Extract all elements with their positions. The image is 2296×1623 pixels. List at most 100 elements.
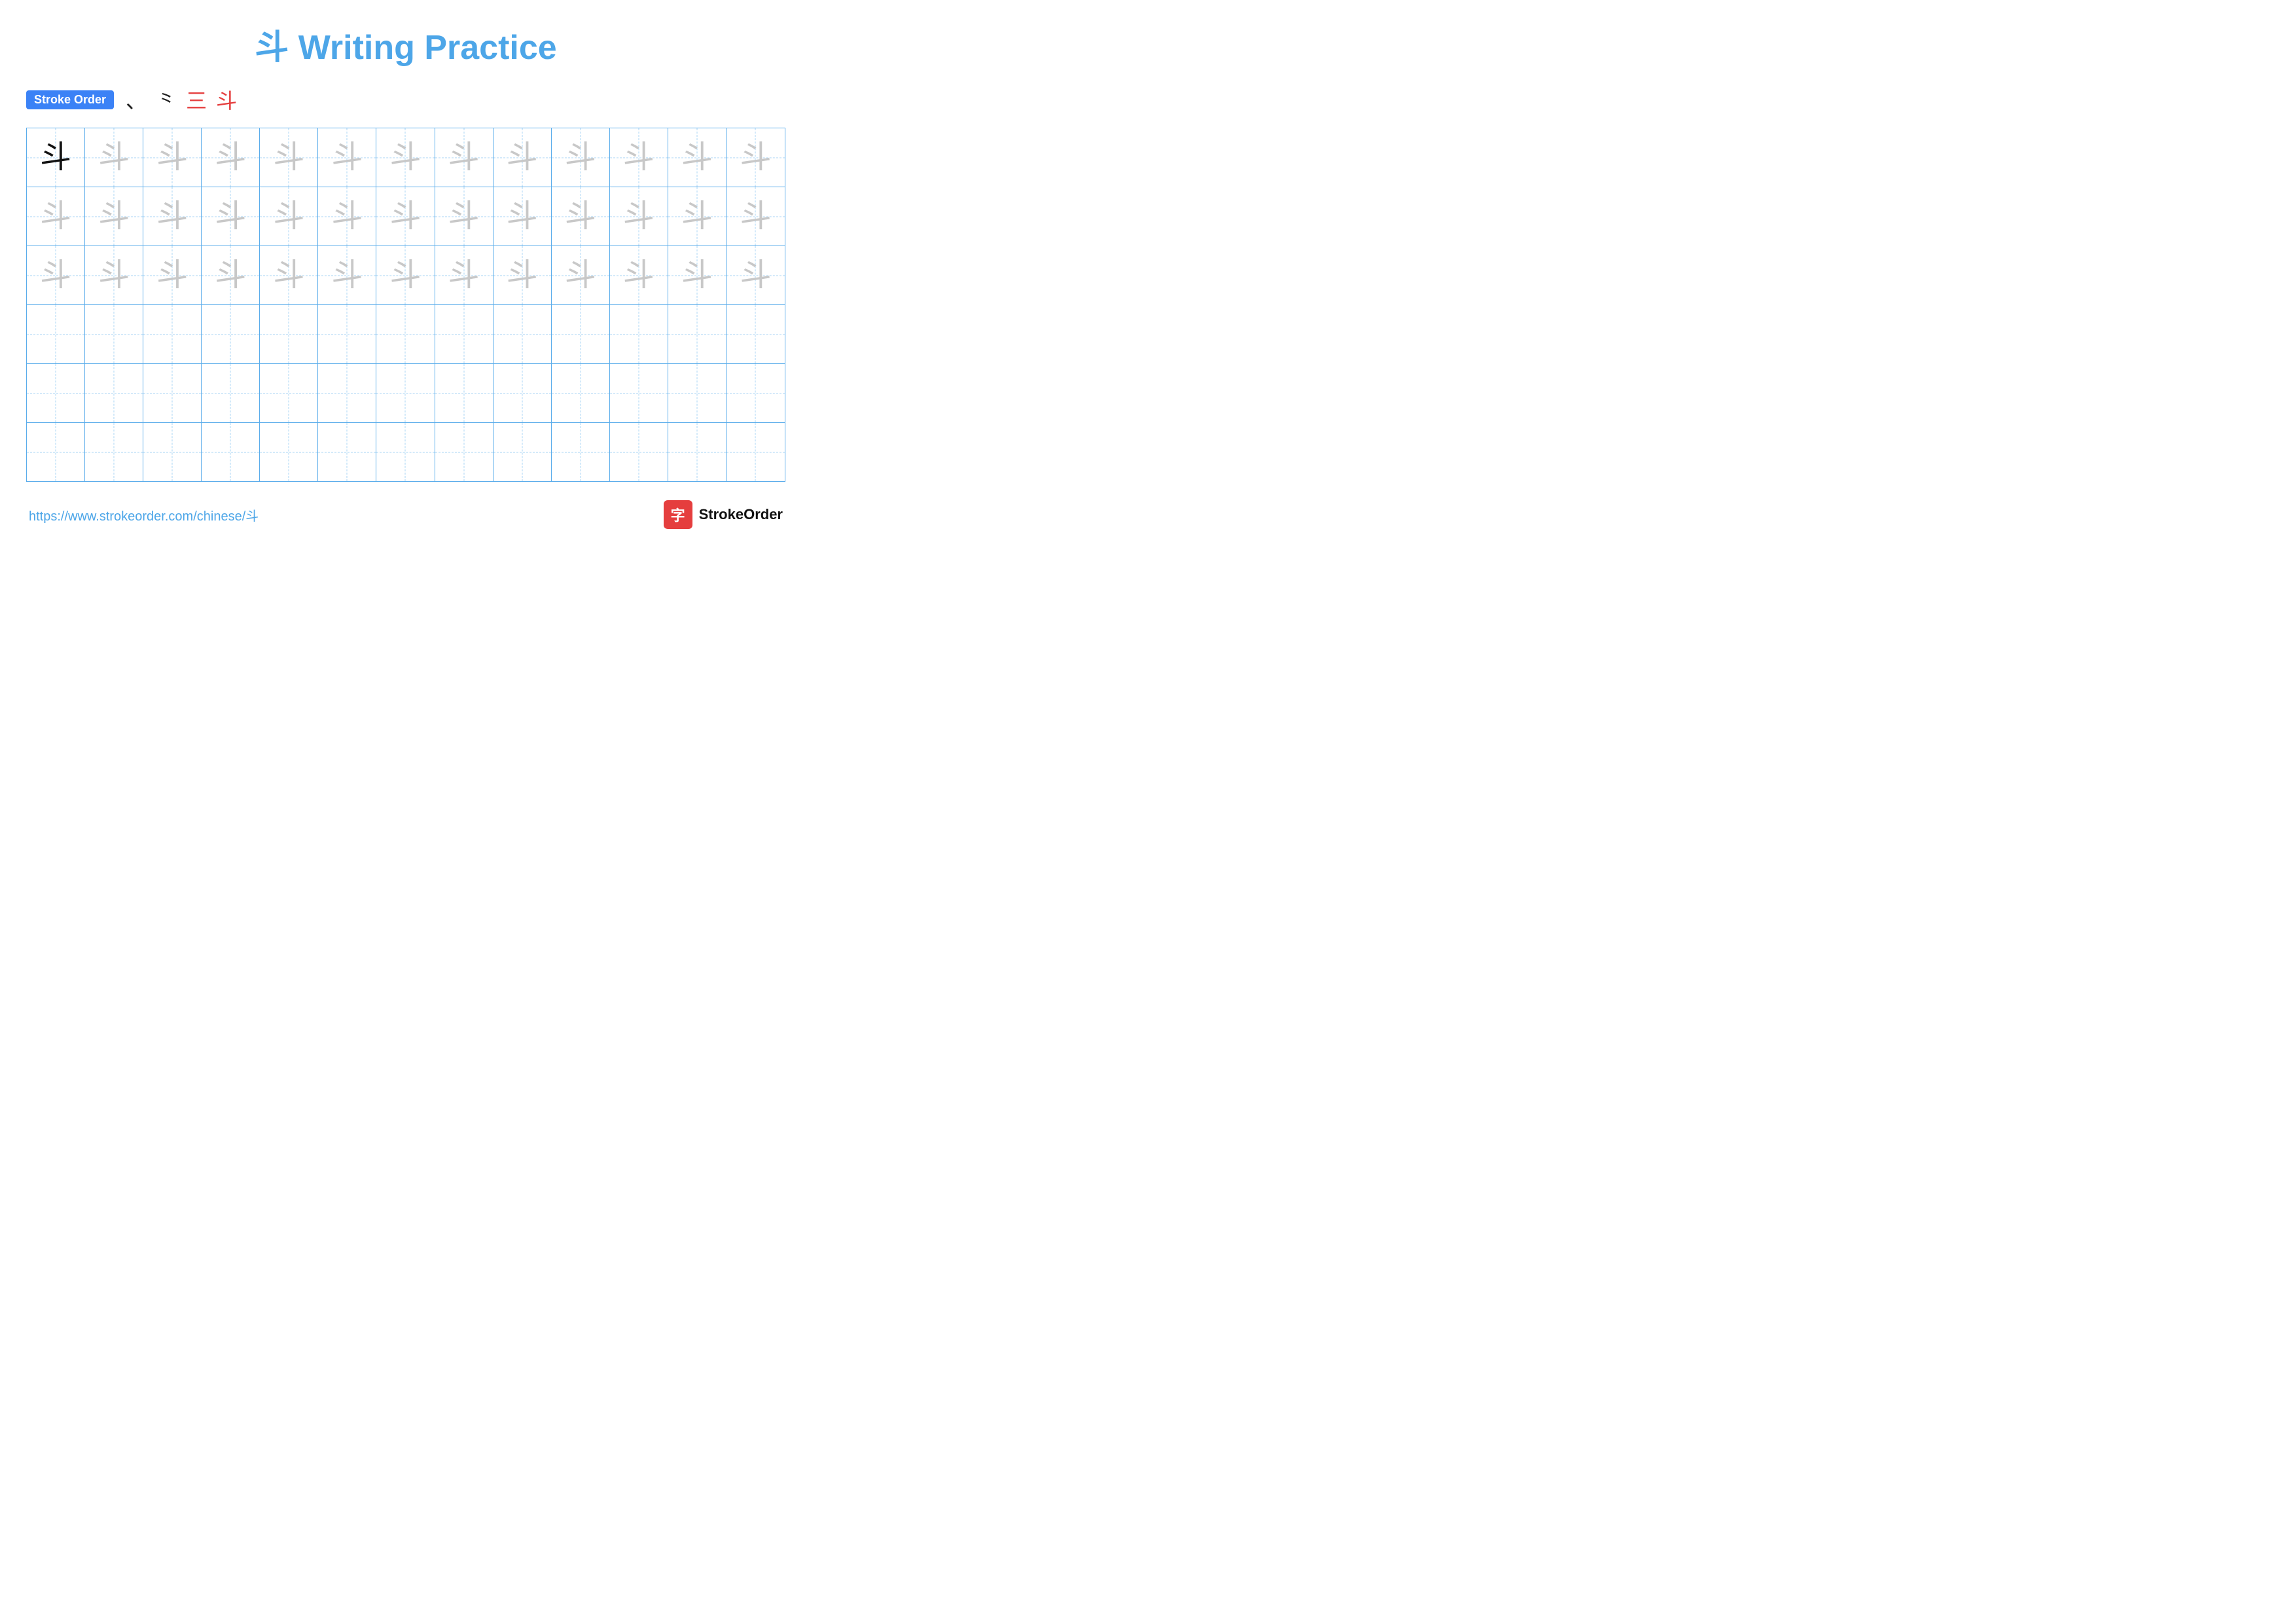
grid-cell[interactable]: [610, 364, 668, 422]
grid-cell[interactable]: [726, 364, 785, 422]
grid-cell[interactable]: [27, 305, 85, 363]
grid-cell[interactable]: [376, 423, 435, 481]
stroke-1: 、: [126, 84, 147, 115]
grid-cell[interactable]: [260, 423, 318, 481]
grid-cell[interactable]: 斗: [143, 246, 202, 304]
grid-cell[interactable]: 斗: [435, 187, 493, 246]
footer-brand: 字 StrokeOrder: [664, 500, 783, 529]
grid-cell[interactable]: 斗: [318, 128, 376, 187]
grid-cell[interactable]: 斗: [202, 128, 260, 187]
grid-cell[interactable]: 斗: [376, 187, 435, 246]
grid-cell[interactable]: [435, 423, 493, 481]
grid-cell[interactable]: [318, 423, 376, 481]
grid-cell[interactable]: [143, 423, 202, 481]
stroke-2: ⺀: [156, 84, 177, 115]
title-char: 斗: [255, 29, 289, 67]
grid-cell[interactable]: [493, 423, 552, 481]
grid-cell[interactable]: [27, 364, 85, 422]
grid-cell[interactable]: 斗: [726, 246, 785, 304]
grid-cell[interactable]: [376, 305, 435, 363]
grid-row-1: 斗 斗 斗 斗 斗 斗 斗 斗 斗 斗 斗 斗 斗: [27, 128, 785, 187]
grid-cell[interactable]: [668, 305, 726, 363]
grid-cell[interactable]: [318, 364, 376, 422]
grid-cell[interactable]: [27, 423, 85, 481]
grid-cell[interactable]: 斗: [27, 128, 85, 187]
grid-cell[interactable]: 斗: [610, 187, 668, 246]
grid-cell[interactable]: 斗: [493, 246, 552, 304]
brand-icon: 字: [664, 500, 692, 529]
grid-cell[interactable]: [85, 364, 143, 422]
grid-cell[interactable]: 斗: [493, 128, 552, 187]
brand-name: StrokeOrder: [699, 506, 783, 523]
grid-cell[interactable]: [85, 423, 143, 481]
grid-cell[interactable]: [318, 305, 376, 363]
grid-row-3: 斗 斗 斗 斗 斗 斗 斗 斗 斗 斗 斗 斗 斗: [27, 246, 785, 305]
grid-cell[interactable]: [610, 423, 668, 481]
grid-cell[interactable]: 斗: [376, 128, 435, 187]
grid-cell[interactable]: [668, 364, 726, 422]
grid-cell[interactable]: 斗: [610, 128, 668, 187]
grid-cell[interactable]: 斗: [376, 246, 435, 304]
grid-cell[interactable]: 斗: [202, 187, 260, 246]
grid-cell[interactable]: 斗: [260, 246, 318, 304]
grid-cell[interactable]: [85, 305, 143, 363]
grid-cell[interactable]: 斗: [85, 128, 143, 187]
grid-cell[interactable]: [260, 364, 318, 422]
stroke-chars: 、 ⺀ 三 斗: [126, 84, 237, 115]
grid-cell[interactable]: 斗: [143, 187, 202, 246]
grid-cell[interactable]: [435, 305, 493, 363]
practice-grid: 斗 斗 斗 斗 斗 斗 斗 斗 斗 斗 斗 斗 斗 斗 斗 斗 斗 斗 斗 斗 …: [26, 128, 785, 482]
footer: https://www.strokeorder.com/chinese/斗 字 …: [26, 500, 785, 529]
grid-cell[interactable]: 斗: [552, 187, 610, 246]
grid-cell[interactable]: 斗: [260, 187, 318, 246]
grid-cell[interactable]: 斗: [493, 187, 552, 246]
grid-row-6: [27, 423, 785, 481]
grid-row-4: [27, 305, 785, 364]
grid-cell[interactable]: 斗: [435, 128, 493, 187]
title-text: Writing Practice: [298, 29, 557, 67]
grid-cell[interactable]: 斗: [260, 128, 318, 187]
grid-cell[interactable]: [260, 305, 318, 363]
grid-cell[interactable]: 斗: [668, 187, 726, 246]
grid-cell[interactable]: [435, 364, 493, 422]
title-area: 斗 Writing Practice: [26, 20, 785, 69]
grid-cell[interactable]: [143, 305, 202, 363]
grid-cell[interactable]: 斗: [85, 187, 143, 246]
grid-cell[interactable]: 斗: [27, 187, 85, 246]
grid-cell[interactable]: 斗: [668, 246, 726, 304]
grid-cell[interactable]: [726, 423, 785, 481]
grid-cell[interactable]: [726, 305, 785, 363]
grid-cell[interactable]: 斗: [143, 128, 202, 187]
grid-cell[interactable]: [552, 305, 610, 363]
grid-row-2: 斗 斗 斗 斗 斗 斗 斗 斗 斗 斗 斗 斗 斗: [27, 187, 785, 246]
footer-url: https://www.strokeorder.com/chinese/斗: [29, 505, 259, 524]
grid-cell[interactable]: 斗: [552, 246, 610, 304]
grid-cell[interactable]: 斗: [27, 246, 85, 304]
grid-cell[interactable]: 斗: [726, 128, 785, 187]
grid-cell[interactable]: [493, 364, 552, 422]
grid-cell[interactable]: [202, 364, 260, 422]
grid-cell[interactable]: [493, 305, 552, 363]
stroke-order-badge: Stroke Order: [26, 90, 114, 109]
grid-row-5: [27, 364, 785, 423]
grid-cell[interactable]: 斗: [435, 246, 493, 304]
grid-cell[interactable]: 斗: [85, 246, 143, 304]
grid-cell[interactable]: [552, 423, 610, 481]
grid-cell[interactable]: [610, 305, 668, 363]
grid-cell[interactable]: 斗: [610, 246, 668, 304]
grid-cell[interactable]: 斗: [318, 246, 376, 304]
grid-cell[interactable]: 斗: [726, 187, 785, 246]
grid-cell[interactable]: [376, 364, 435, 422]
grid-cell[interactable]: 斗: [552, 128, 610, 187]
grid-cell[interactable]: 斗: [318, 187, 376, 246]
grid-cell[interactable]: [202, 305, 260, 363]
stroke-4: 斗: [216, 84, 237, 115]
grid-cell[interactable]: 斗: [668, 128, 726, 187]
char-dark: 斗: [40, 142, 71, 173]
grid-cell[interactable]: [668, 423, 726, 481]
grid-cell[interactable]: [143, 364, 202, 422]
grid-cell[interactable]: [202, 423, 260, 481]
grid-cell[interactable]: 斗: [202, 246, 260, 304]
grid-cell[interactable]: [552, 364, 610, 422]
stroke-3: 三: [186, 84, 207, 115]
